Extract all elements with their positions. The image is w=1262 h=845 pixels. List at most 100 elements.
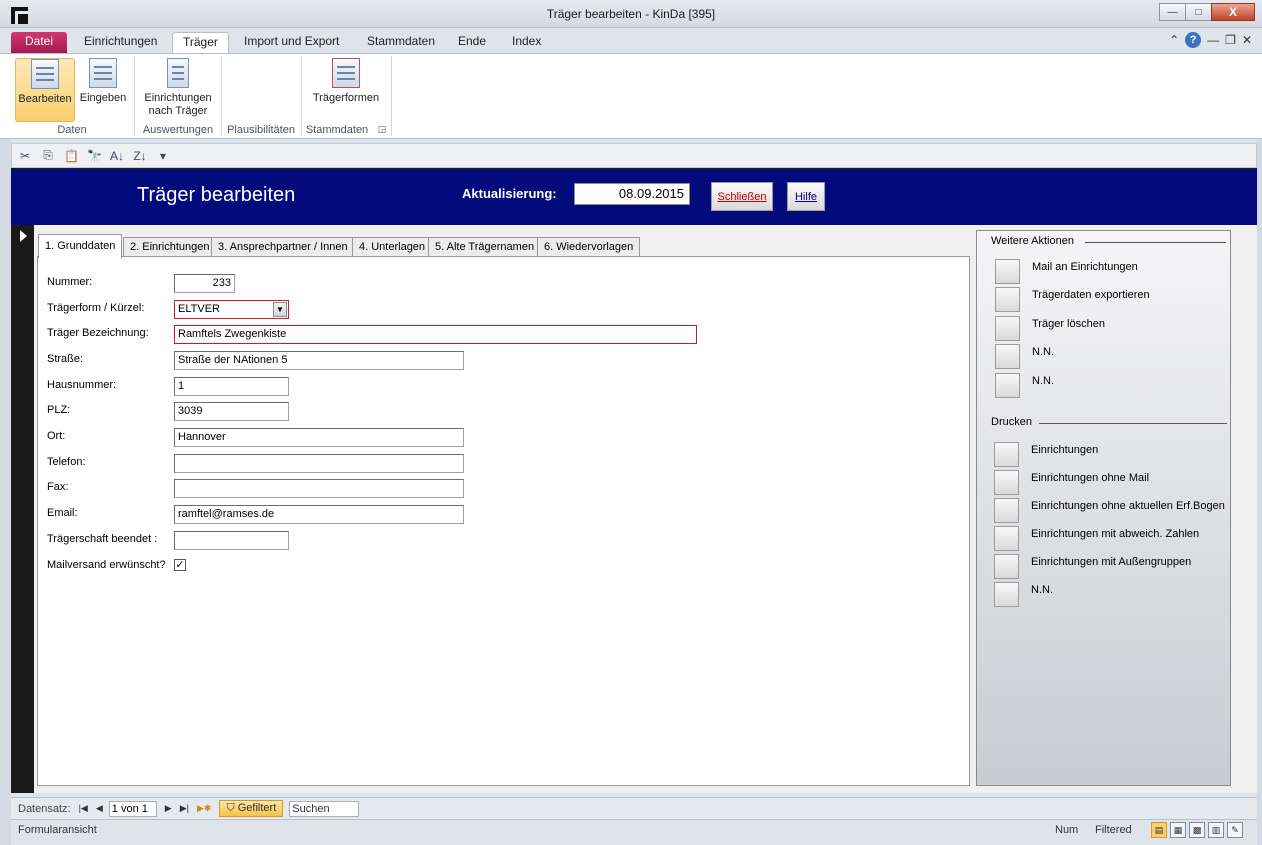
first-record-icon[interactable]: |◀ bbox=[79, 803, 88, 814]
traegerform-value: ELTVER bbox=[178, 303, 220, 315]
print-nn-label: N.N. bbox=[1031, 584, 1053, 596]
mail-an-einrichtungen-label: Mail an Einrichtungen bbox=[1032, 261, 1138, 273]
paste-icon[interactable]: 📋 bbox=[64, 149, 79, 163]
bezeichnung-field[interactable]: Ramftels Zwegenkiste bbox=[174, 325, 697, 344]
tab-traeger[interactable]: Träger bbox=[172, 32, 229, 54]
sort-descending-icon[interactable]: Z↓ bbox=[133, 149, 147, 163]
previous-record-icon[interactable]: ◀ bbox=[96, 803, 103, 814]
pivot-table-view-icon[interactable]: ▩ bbox=[1189, 822, 1205, 838]
hilfe-button[interactable]: Hilfe bbox=[787, 182, 825, 211]
new-record-icon[interactable]: ▶✱ bbox=[197, 803, 211, 814]
group-separator bbox=[391, 56, 392, 136]
tab-grunddaten[interactable]: 1. Grunddaten bbox=[38, 234, 123, 258]
tab-import-export[interactable]: Import und Export bbox=[234, 32, 349, 53]
fax-label: Fax: bbox=[47, 481, 69, 493]
tab-index[interactable]: Index bbox=[502, 32, 551, 53]
tab-ansprechpartner[interactable]: 3. Ansprechpartner / Innen bbox=[211, 237, 355, 257]
print-ohne-erfbogen-button[interactable] bbox=[994, 498, 1019, 523]
view-switcher: ▤ ▦ ▩ ▥ ✎ bbox=[1151, 822, 1243, 838]
window-title: Träger bearbeiten - KinDa [395] bbox=[546, 7, 716, 21]
traeger-loeschen-label: Träger löschen bbox=[1032, 318, 1105, 330]
record-position-input[interactable]: 1 von 1 bbox=[108, 800, 157, 817]
print-abweich-zahlen-button[interactable] bbox=[994, 526, 1019, 551]
tab-datei[interactable]: Datei bbox=[11, 32, 67, 53]
dropdown-arrow-icon[interactable]: ▼ bbox=[273, 302, 287, 317]
schliessen-button[interactable]: Schließen bbox=[711, 182, 773, 211]
filter-toggle-button[interactable]: ⛉ Gefiltert bbox=[219, 800, 284, 817]
record-selector[interactable] bbox=[11, 225, 34, 793]
form-entry-icon bbox=[89, 58, 117, 88]
traegerdaten-exportieren-button[interactable] bbox=[995, 287, 1020, 312]
telefon-field[interactable] bbox=[174, 454, 464, 473]
dialog-launcher-icon[interactable]: ◲ bbox=[376, 124, 388, 135]
print-einrichtungen-button[interactable] bbox=[994, 442, 1019, 467]
form-header: Träger bearbeiten Aktualisierung: 08.09.… bbox=[11, 169, 1257, 225]
email-field[interactable]: ramftel@ramses.de bbox=[174, 505, 464, 524]
tab-unterlagen[interactable]: 4. Unterlagen bbox=[352, 237, 433, 257]
datensatz-label: Datensatz: bbox=[18, 802, 71, 815]
nn-action-button-1[interactable] bbox=[995, 344, 1020, 369]
ort-field[interactable]: Hannover bbox=[174, 428, 464, 447]
actions-panel: Weitere Aktionen Mail an Einrichtungen T… bbox=[976, 230, 1231, 786]
next-record-icon[interactable]: ▶ bbox=[165, 803, 172, 814]
num-lock-indicator: Num bbox=[1055, 824, 1079, 836]
einrichtungen-nach-traeger-button[interactable]: Einrichtungen nach Träger bbox=[138, 58, 218, 118]
window-frame-left bbox=[0, 28, 11, 845]
form-view-icon[interactable]: ▤ bbox=[1151, 822, 1167, 838]
record-navigation-bar: Datensatz: |◀ ◀ 1 von 1 ▶ ▶| ▶✱ ⛉ Gefilt… bbox=[11, 797, 1257, 819]
maximize-button[interactable]: □ bbox=[1185, 3, 1212, 21]
tab-stammdaten[interactable]: Stammdaten bbox=[357, 32, 445, 53]
fax-field[interactable] bbox=[174, 479, 464, 498]
nn-action-label-2: N.N. bbox=[1032, 375, 1054, 387]
tab-alte-traegernamen[interactable]: 5. Alte Trägernamen bbox=[428, 237, 542, 257]
nn-action-button-2[interactable] bbox=[995, 373, 1020, 398]
plz-field[interactable]: 3039 bbox=[174, 402, 289, 421]
collapse-ribbon-icon[interactable]: ⌃ bbox=[1169, 33, 1179, 47]
mailversand-checkbox[interactable]: ✓ bbox=[174, 559, 186, 571]
tab-einrichtungen[interactable]: Einrichtungen bbox=[74, 32, 167, 53]
print-ohne-erfbogen-label: Einrichtungen ohne aktuellen Erf.Bogen bbox=[1031, 500, 1225, 512]
close-window-button[interactable]: X bbox=[1211, 3, 1255, 21]
doc-close-icon[interactable]: ✕ bbox=[1242, 33, 1252, 47]
copy-icon[interactable]: ⎘ bbox=[41, 148, 55, 163]
customize-toolbar-icon[interactable]: ▾ bbox=[156, 149, 170, 163]
doc-restore-icon[interactable]: ❐ bbox=[1225, 33, 1236, 47]
tab-ende[interactable]: Ende bbox=[448, 32, 496, 53]
hausnummer-field[interactable]: 1 bbox=[174, 377, 289, 396]
group-label-auswertungen: Auswertungen bbox=[142, 124, 214, 136]
datasheet-view-icon[interactable]: ▦ bbox=[1170, 822, 1186, 838]
bezeichnung-label: Träger Bezeichnung: bbox=[47, 327, 149, 339]
find-icon[interactable]: 🔭 bbox=[87, 149, 102, 163]
ribbon-controls: ⌃ ? — ❐ ✕ bbox=[1169, 32, 1252, 48]
last-record-icon[interactable]: ▶| bbox=[180, 803, 189, 814]
print-aussengruppen-button[interactable] bbox=[994, 554, 1019, 579]
help-icon[interactable]: ? bbox=[1185, 32, 1202, 48]
plz-label: PLZ: bbox=[47, 404, 71, 416]
cut-icon[interactable]: ✂ bbox=[18, 149, 32, 163]
traeger-loeschen-button[interactable] bbox=[995, 316, 1020, 341]
sort-ascending-icon[interactable]: A↓ bbox=[110, 149, 124, 163]
tab-einrichtungen-form[interactable]: 2. Einrichtungen bbox=[123, 237, 217, 257]
beendet-field[interactable] bbox=[174, 531, 289, 550]
window-frame-right bbox=[1257, 28, 1262, 845]
search-input[interactable]: Suchen bbox=[289, 800, 360, 817]
print-nn-button[interactable] bbox=[994, 582, 1019, 607]
traegerform-label: Trägerform / Kürzel: bbox=[47, 302, 145, 314]
layout-view-icon[interactable]: ▥ bbox=[1208, 822, 1224, 838]
update-date-field[interactable]: 08.09.2015 bbox=[574, 183, 690, 205]
nummer-field[interactable]: 233 bbox=[174, 274, 235, 293]
doc-minimize-icon[interactable]: — bbox=[1207, 33, 1219, 47]
drucken-title: Drucken bbox=[991, 416, 1032, 428]
tab-wiedervorlagen[interactable]: 6. Wiedervorlagen bbox=[537, 237, 641, 257]
print-ohne-mail-button[interactable] bbox=[994, 470, 1019, 495]
weitere-aktionen-title: Weitere Aktionen bbox=[991, 235, 1074, 247]
eingeben-button[interactable]: Eingeben bbox=[76, 58, 130, 105]
minimize-button[interactable]: — bbox=[1159, 3, 1186, 21]
group-label-stammdaten: Stammdaten bbox=[305, 124, 369, 136]
mail-an-einrichtungen-button[interactable] bbox=[995, 259, 1020, 284]
traegerformen-button[interactable]: Trägerformen bbox=[308, 58, 384, 105]
strasse-field[interactable]: Straße der NAtionen 5 bbox=[174, 351, 464, 370]
traegerform-combo[interactable]: ELTVER ▼ bbox=[174, 300, 289, 319]
design-view-icon[interactable]: ✎ bbox=[1227, 822, 1243, 838]
bearbeiten-button[interactable]: Bearbeiten bbox=[15, 58, 75, 122]
